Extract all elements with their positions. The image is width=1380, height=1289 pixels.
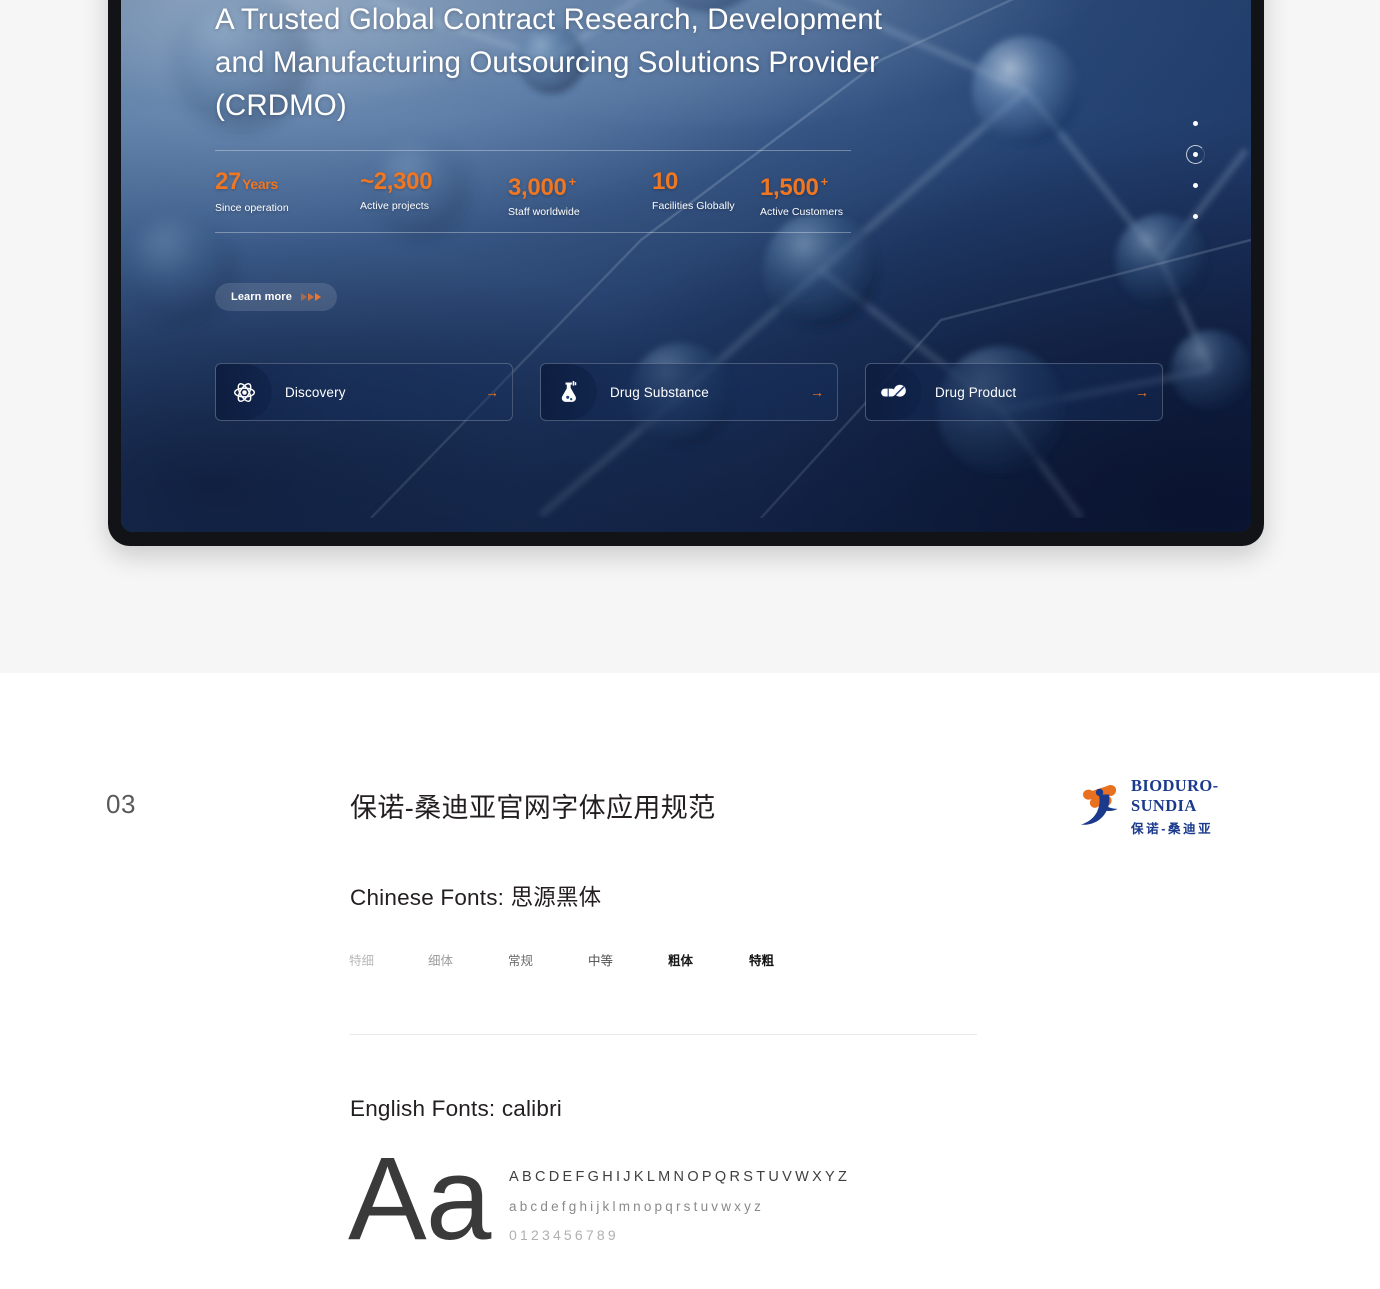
atom-icon bbox=[216, 364, 272, 420]
weight-sample-bold: 粗体 bbox=[668, 954, 694, 968]
logo-chinese: 保诺-桑迪亚 bbox=[1131, 821, 1214, 836]
carousel-dots bbox=[1183, 108, 1207, 232]
stat-value: 27Years bbox=[215, 168, 278, 195]
service-card-drug-product[interactable]: Drug Product → bbox=[865, 363, 1163, 421]
specimen-lowercase: abcdefghijklmnopqrstuvwxyz bbox=[509, 1199, 765, 1214]
weight-sample-light: 细体 bbox=[428, 954, 454, 968]
stat-item: 27Years Since operation bbox=[215, 168, 289, 214]
service-card-label: Discovery bbox=[285, 384, 346, 400]
carousel-dot-1[interactable] bbox=[1183, 108, 1207, 139]
stat-item: ~2,300 Active projects bbox=[360, 168, 433, 212]
service-card-drug-substance[interactable]: Drug Substance → bbox=[540, 363, 838, 421]
weight-sample-heavy: 特粗 bbox=[749, 954, 775, 968]
stat-item: 10 Facilities Globally bbox=[652, 168, 735, 212]
stat-value: ~2,300 bbox=[360, 168, 433, 195]
stat-item: 3,000 + Staff worldwide bbox=[508, 168, 580, 218]
stat-label: Active Customers bbox=[760, 206, 844, 218]
service-card-discovery[interactable]: Discovery → bbox=[215, 363, 513, 421]
brand-logo: BIODURO-SUNDIA 保诺-桑迪亚 bbox=[1078, 776, 1276, 836]
specimen-glyph-rows: ABCDEFGHIJKLMNOPQRSTUVWXYZ abcdefghijklm… bbox=[509, 1162, 850, 1250]
stat-value: 10 bbox=[652, 168, 679, 195]
stat-label: Facilities Globally bbox=[652, 200, 735, 212]
carousel-dot-4[interactable] bbox=[1183, 201, 1207, 232]
learn-more-label: Learn more bbox=[231, 291, 292, 303]
weight-sample-extralight: 特细 bbox=[349, 954, 375, 968]
hero-content: A Trusted Global Contract Research, Deve… bbox=[215, 0, 1251, 532]
section-divider bbox=[350, 1034, 977, 1035]
flask-icon bbox=[541, 364, 597, 420]
stat-label: Staff worldwide bbox=[508, 206, 580, 218]
stats-rule-bottom bbox=[215, 232, 851, 233]
service-cards: Discovery → Drug Substance → Drug Produc… bbox=[215, 363, 1163, 421]
weight-sample-medium: 中等 bbox=[588, 954, 614, 968]
service-card-label: Drug Product bbox=[935, 384, 1017, 400]
stat-value: 3,000 + bbox=[508, 174, 576, 201]
stats-rule-top bbox=[215, 150, 851, 151]
chinese-fonts-heading: Chinese Fonts: 思源黑体 bbox=[350, 885, 602, 910]
service-card-label: Drug Substance bbox=[610, 384, 709, 400]
stat-item: 1,500 + Active Customers bbox=[760, 168, 843, 218]
stat-value: 1,500 + bbox=[760, 174, 828, 201]
logo-mark-icon bbox=[1080, 785, 1118, 825]
capsule-icon bbox=[866, 364, 922, 420]
specimen-uppercase: ABCDEFGHIJKLMNOPQRSTUVWXYZ bbox=[509, 1169, 851, 1185]
website-screen: A Trusted Global Contract Research, Deve… bbox=[121, 0, 1251, 532]
english-fonts-heading: English Fonts: calibri bbox=[350, 1096, 562, 1121]
weight-sample-regular: 常规 bbox=[508, 954, 534, 968]
section-number: 03 bbox=[106, 789, 136, 819]
learn-more-button[interactable]: Learn more bbox=[215, 283, 337, 311]
mockup-band: A Trusted Global Contract Research, Deve… bbox=[0, 0, 1380, 673]
arrow-right-icon: → bbox=[485, 384, 499, 400]
arrow-right-icon: → bbox=[1135, 384, 1149, 400]
page-title: 保诺-桑迪亚官网字体应用规范 bbox=[350, 793, 716, 823]
arrow-right-icon: → bbox=[810, 384, 824, 400]
font-weight-samples: 特细 细体 常规 中等 粗体 特粗 bbox=[349, 950, 869, 974]
specimen-aa: Aa bbox=[348, 1133, 491, 1265]
stat-label: Since operation bbox=[215, 202, 289, 214]
tablet-device-frame: A Trusted Global Contract Research, Deve… bbox=[108, 0, 1264, 546]
carousel-dot-2[interactable] bbox=[1183, 139, 1207, 170]
hero-headline: A Trusted Global Contract Research, Deve… bbox=[215, 3, 883, 122]
logo-wordmark: BIODURO-SUNDIA 保诺-桑迪亚 bbox=[1131, 776, 1276, 837]
stat-label: Active projects bbox=[360, 200, 430, 212]
carousel-dot-3[interactable] bbox=[1183, 170, 1207, 201]
triple-arrow-icon bbox=[300, 293, 321, 301]
logo-english: BIODURO-SUNDIA bbox=[1131, 775, 1219, 815]
hero-stats: 27Years Since operation ~2,300 Active pr… bbox=[215, 168, 855, 226]
specimen-numbers: 0123456789 bbox=[509, 1227, 619, 1243]
